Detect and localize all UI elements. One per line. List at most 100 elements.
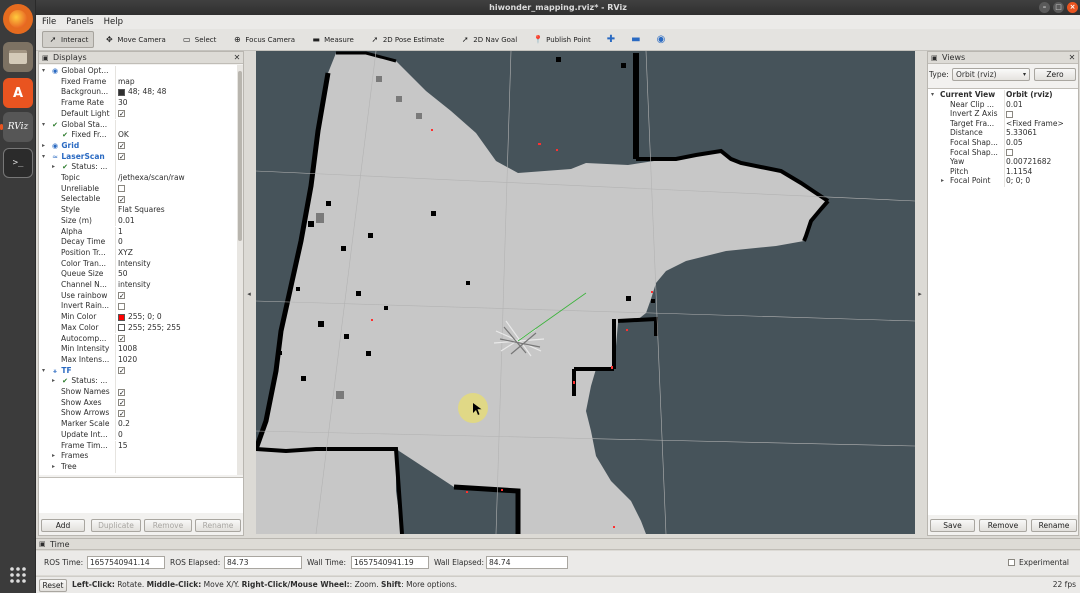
files-icon[interactable] — [3, 42, 33, 72]
property-row[interactable]: ▸ Frames — [39, 451, 237, 462]
property-checkbox[interactable]: ✓ — [118, 110, 125, 118]
color-swatch[interactable] — [118, 324, 125, 332]
property-row[interactable]: Update Int... 0 — [39, 429, 237, 441]
property-row[interactable]: Selectable ✓ — [39, 194, 237, 206]
property-row[interactable]: ▾ ✔ Global Sta... — [39, 119, 237, 131]
property-row[interactable]: Use rainbow ✓ — [39, 290, 237, 302]
terminal-icon[interactable]: >_ — [3, 148, 33, 178]
property-checkbox[interactable] — [1006, 110, 1013, 118]
tool-select[interactable]: ▭ Select — [176, 31, 223, 48]
property-checkbox[interactable]: ✓ — [118, 335, 125, 343]
zero-button[interactable]: Zero — [1034, 68, 1076, 81]
property-row[interactable]: Style Flat Squares — [39, 205, 237, 216]
property-row[interactable]: ▸ ✔ Status: ... — [39, 162, 237, 173]
collapse-right-icon[interactable]: ▸ — [918, 290, 922, 298]
left-splitter[interactable]: ◂ — [245, 51, 253, 536]
remove-button[interactable]: Remove — [144, 519, 192, 532]
tool-2d-nav-goal[interactable]: ➚ 2D Nav Goal — [454, 31, 523, 48]
tool-properties-icon[interactable]: ◉ — [651, 31, 672, 48]
menu-panels[interactable]: Panels — [66, 17, 93, 27]
close-panel-icon[interactable]: ✕ — [233, 54, 241, 62]
view-type-select[interactable]: Orbit (rviz) ▾ — [952, 68, 1030, 81]
color-swatch[interactable] — [118, 313, 125, 321]
property-row[interactable]: ▾ ⚹ TF ✓ — [39, 365, 237, 377]
remove-view-button[interactable]: Remove — [979, 519, 1027, 532]
tool-move-camera[interactable]: ✥ Move Camera — [98, 31, 171, 48]
property-checkbox[interactable]: ✓ — [118, 367, 125, 375]
property-row[interactable]: ▾ ≈ LaserScan ✓ — [39, 151, 237, 163]
close-icon[interactable]: × — [1067, 2, 1078, 13]
tool-2d-pose-estimate[interactable]: ➚ 2D Pose Estimate — [364, 31, 450, 48]
property-row[interactable]: Show Arrows ✓ — [39, 408, 237, 420]
property-row[interactable]: ✔ Fixed Fr... OK — [39, 130, 237, 141]
property-checkbox[interactable] — [1006, 149, 1013, 157]
remove-tool-icon[interactable]: ▬ — [625, 31, 646, 48]
property-row[interactable]: ▸ ◉ Grid ✓ — [39, 140, 237, 152]
property-row[interactable]: Fixed Frame map — [39, 76, 237, 88]
expand-down-icon[interactable]: ▾ — [42, 120, 45, 131]
property-row[interactable]: Size (m) 0.01 — [39, 215, 237, 227]
property-row[interactable]: Frame Rate 30 — [39, 98, 237, 109]
property-checkbox[interactable] — [118, 302, 125, 310]
expand-right-icon[interactable]: ▸ — [941, 176, 944, 187]
menu-help[interactable]: Help — [104, 17, 123, 27]
tool-measure[interactable]: ▬ Measure — [305, 31, 360, 48]
displays-scrollbar[interactable] — [237, 65, 243, 475]
tool-interact[interactable]: ➚ Interact — [42, 31, 95, 48]
3d-viewport[interactable] — [256, 51, 915, 534]
property-row[interactable]: Invert Rain... — [39, 301, 237, 313]
rviz-icon[interactable]: RViz — [3, 112, 33, 142]
ros-time-field[interactable]: 1657540941.14 — [87, 556, 165, 569]
add-tool-icon[interactable]: ✚ — [601, 31, 621, 48]
property-row[interactable]: Backgroun... 48; 48; 48 — [39, 87, 237, 99]
property-row[interactable]: Max Intens... 1020 — [39, 354, 237, 366]
close-views-icon[interactable]: ✕ — [1068, 54, 1076, 62]
add-button[interactable]: Add — [41, 519, 85, 532]
collapse-left-icon[interactable]: ◂ — [247, 290, 251, 298]
property-row[interactable]: Color Tran... Intensity — [39, 258, 237, 270]
maximize-icon[interactable]: □ — [1053, 2, 1064, 13]
save-button[interactable]: Save — [930, 519, 975, 532]
reset-button[interactable]: Reset — [39, 579, 67, 592]
expand-right-icon[interactable]: ▸ — [52, 451, 55, 462]
property-row[interactable]: Decay Time 0 — [39, 237, 237, 248]
property-row[interactable]: Queue Size 50 — [39, 269, 237, 280]
property-row[interactable]: Frame Tim... 15 — [39, 440, 237, 452]
menu-file[interactable]: File — [42, 17, 56, 27]
property-checkbox[interactable]: ✓ — [118, 399, 125, 407]
expand-down-icon[interactable]: ▾ — [42, 66, 45, 77]
expand-down-icon[interactable]: ▾ — [42, 152, 45, 163]
property-checkbox[interactable]: ✓ — [118, 409, 125, 417]
duplicate-button[interactable]: Duplicate — [91, 519, 141, 532]
rename-view-button[interactable]: Rename — [1031, 519, 1077, 532]
color-swatch[interactable] — [118, 88, 125, 96]
property-checkbox[interactable]: ✓ — [118, 153, 125, 161]
property-row[interactable]: Alpha 1 — [39, 226, 237, 238]
software-center-icon[interactable]: A — [3, 78, 33, 108]
property-row[interactable]: ▾ ◉ Global Opt... — [39, 66, 237, 77]
property-row[interactable]: Unreliable — [39, 183, 237, 195]
property-row[interactable]: Min Color 255; 0; 0 — [39, 312, 237, 323]
property-row[interactable]: Show Names ✓ — [39, 387, 237, 398]
expand-right-icon[interactable]: ▸ — [52, 376, 55, 387]
right-splitter[interactable]: ▸ — [916, 51, 924, 536]
experimental-checkbox[interactable] — [1008, 559, 1015, 566]
property-checkbox[interactable]: ✓ — [118, 195, 125, 203]
expand-down-icon[interactable]: ▾ — [42, 366, 45, 377]
wall-elapsed-field[interactable]: 84.74 — [486, 556, 568, 569]
property-row[interactable]: ▸ Focal Point 0; 0; 0 — [928, 176, 1078, 188]
minimize-icon[interactable]: – — [1039, 2, 1050, 13]
firefox-icon[interactable] — [3, 4, 33, 34]
property-row[interactable]: Channel N... intensity — [39, 280, 237, 291]
property-row[interactable]: Marker Scale 0.2 — [39, 419, 237, 430]
rename-button[interactable]: Rename — [195, 519, 241, 532]
ros-elapsed-field[interactable]: 84.73 — [224, 556, 302, 569]
property-row[interactable]: Max Color 255; 255; 255 — [39, 322, 237, 334]
property-checkbox[interactable]: ✓ — [118, 388, 125, 396]
expand-right-icon[interactable]: ▸ — [42, 141, 45, 152]
wall-time-field[interactable]: 1657540941.19 — [351, 556, 429, 569]
show-applications-icon[interactable] — [3, 560, 33, 590]
property-row[interactable]: Min Intensity 1008 — [39, 344, 237, 355]
property-checkbox[interactable]: ✓ — [118, 292, 125, 300]
property-row[interactable]: Topic/jethexa/scan/raw — [39, 173, 237, 184]
